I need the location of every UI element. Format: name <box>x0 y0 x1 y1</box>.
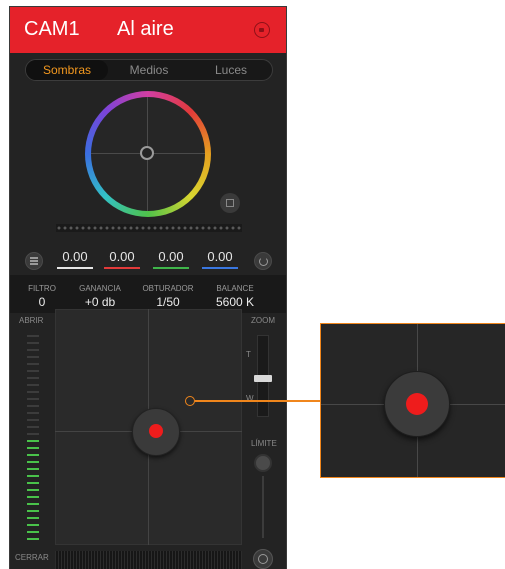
red-value[interactable]: 0.00 <box>104 249 140 264</box>
limit-knob[interactable] <box>254 454 272 472</box>
filter-label: FILTRO <box>28 284 56 293</box>
lift-value[interactable]: 0.00 <box>57 249 93 264</box>
filter-value[interactable]: 0 <box>22 295 62 309</box>
joystick-red-dot <box>149 424 163 438</box>
menu-icon[interactable] <box>25 252 43 270</box>
red-underline <box>104 267 140 269</box>
callout-dot <box>185 396 195 406</box>
callout-joystick-red-dot <box>406 393 428 415</box>
color-wheel-handle[interactable] <box>140 146 154 160</box>
green-underline <box>153 267 189 269</box>
zoom-label: ZOOM <box>251 316 275 325</box>
white-balance-value[interactable]: 5600 K <box>207 295 263 309</box>
iris-meter-level <box>27 440 39 545</box>
lock-icon[interactable] <box>254 22 270 38</box>
shutter-value[interactable]: 1/50 <box>135 295 201 309</box>
reset-icon[interactable] <box>254 252 272 270</box>
tab-luces[interactable]: Luces <box>190 60 272 80</box>
camera-name: CAM1 <box>24 18 80 40</box>
green-value[interactable]: 0.00 <box>153 249 189 264</box>
tone-tabs: Sombras Medios Luces <box>25 59 273 81</box>
white-balance-label: BALANCE <box>216 284 254 293</box>
zoom-thumb[interactable] <box>254 375 272 382</box>
zoom-tele-label: T <box>246 350 251 359</box>
on-air-status: Al aire <box>117 18 174 40</box>
blue-underline <box>202 267 238 269</box>
gain-value[interactable]: +0 db <box>72 295 128 309</box>
black-level-slider[interactable] <box>55 551 242 569</box>
iris-close-label: CERRAR <box>15 553 49 562</box>
lift-underline <box>57 267 93 269</box>
gain-label: GANANCIA <box>79 284 121 293</box>
tab-medios[interactable]: Medios <box>108 60 190 80</box>
iris-open-label: ABRIR <box>19 316 44 325</box>
joystick-zoom-callout <box>320 323 505 478</box>
tab-sombras[interactable]: Sombras <box>26 60 108 80</box>
fullscreen-icon[interactable] <box>220 193 240 213</box>
blue-value[interactable]: 0.00 <box>202 249 238 264</box>
callout-line <box>195 400 321 402</box>
shutter-label: OBTURADOR <box>142 284 194 293</box>
limit-track <box>262 476 264 538</box>
camera-header: CAM1 Al aire <box>10 7 286 53</box>
auto-iris-icon[interactable] <box>253 549 273 569</box>
luminance-slider[interactable] <box>56 224 242 232</box>
camera-control-panel: CAM1 Al aire Sombras Medios Luces 0.00 0… <box>9 6 287 569</box>
limit-label: LÍMITE <box>251 439 277 448</box>
zoom-wide-label: W <box>246 394 254 403</box>
